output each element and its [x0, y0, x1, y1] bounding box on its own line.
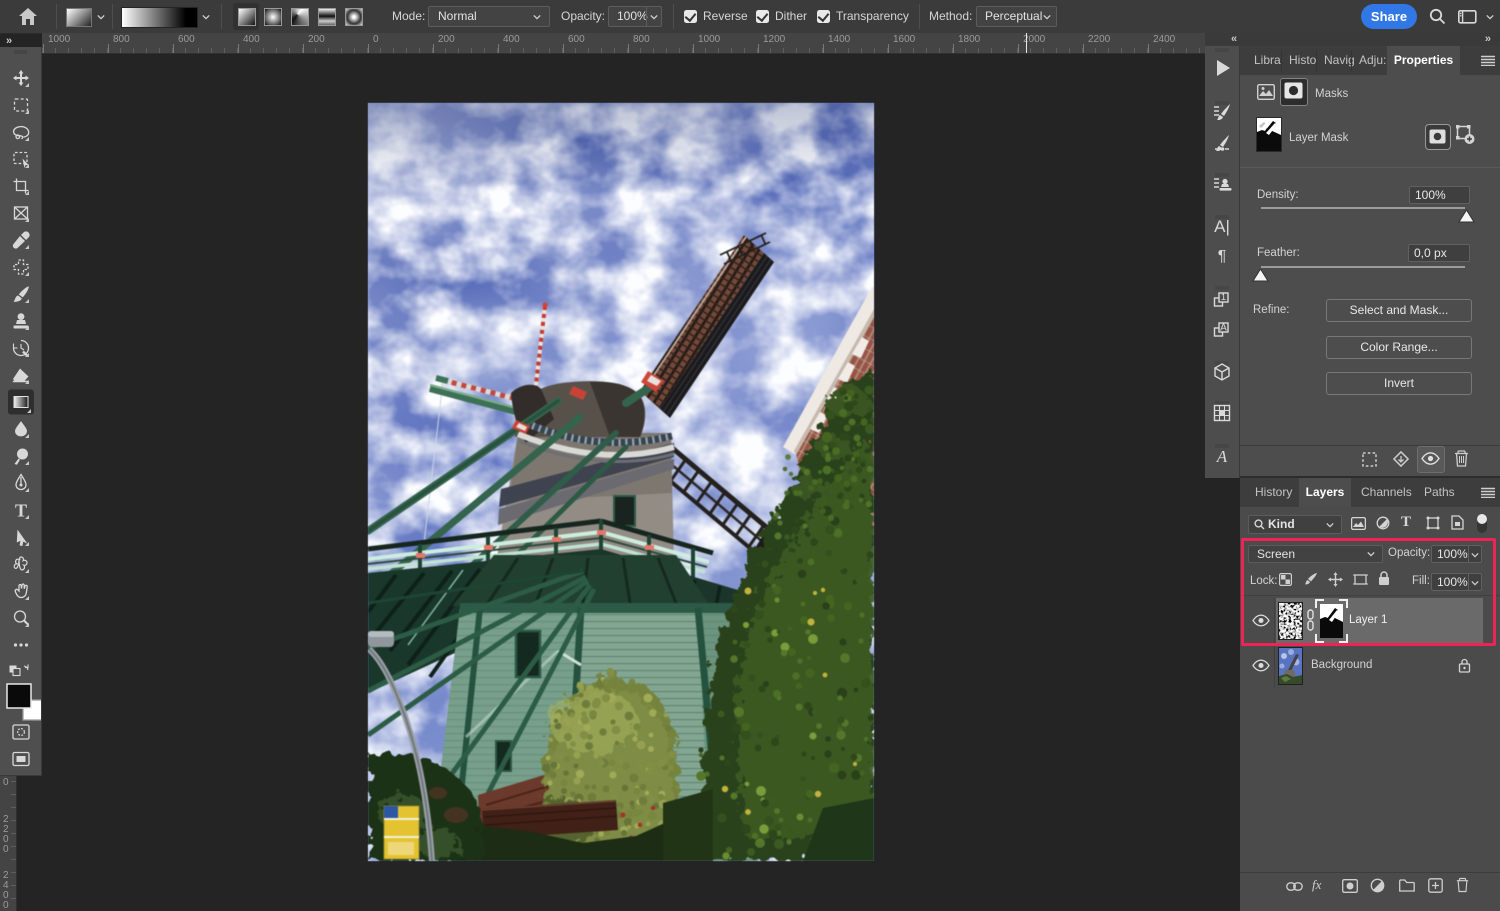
svg-text:A|: A| [1214, 217, 1230, 236]
svg-text:¶: ¶ [1218, 248, 1227, 265]
svg-text:1: 1 [1221, 292, 1226, 302]
svg-text:A: A [1216, 447, 1228, 466]
svg-text:T: T [15, 501, 27, 521]
svg-text:A: A [1220, 323, 1227, 334]
